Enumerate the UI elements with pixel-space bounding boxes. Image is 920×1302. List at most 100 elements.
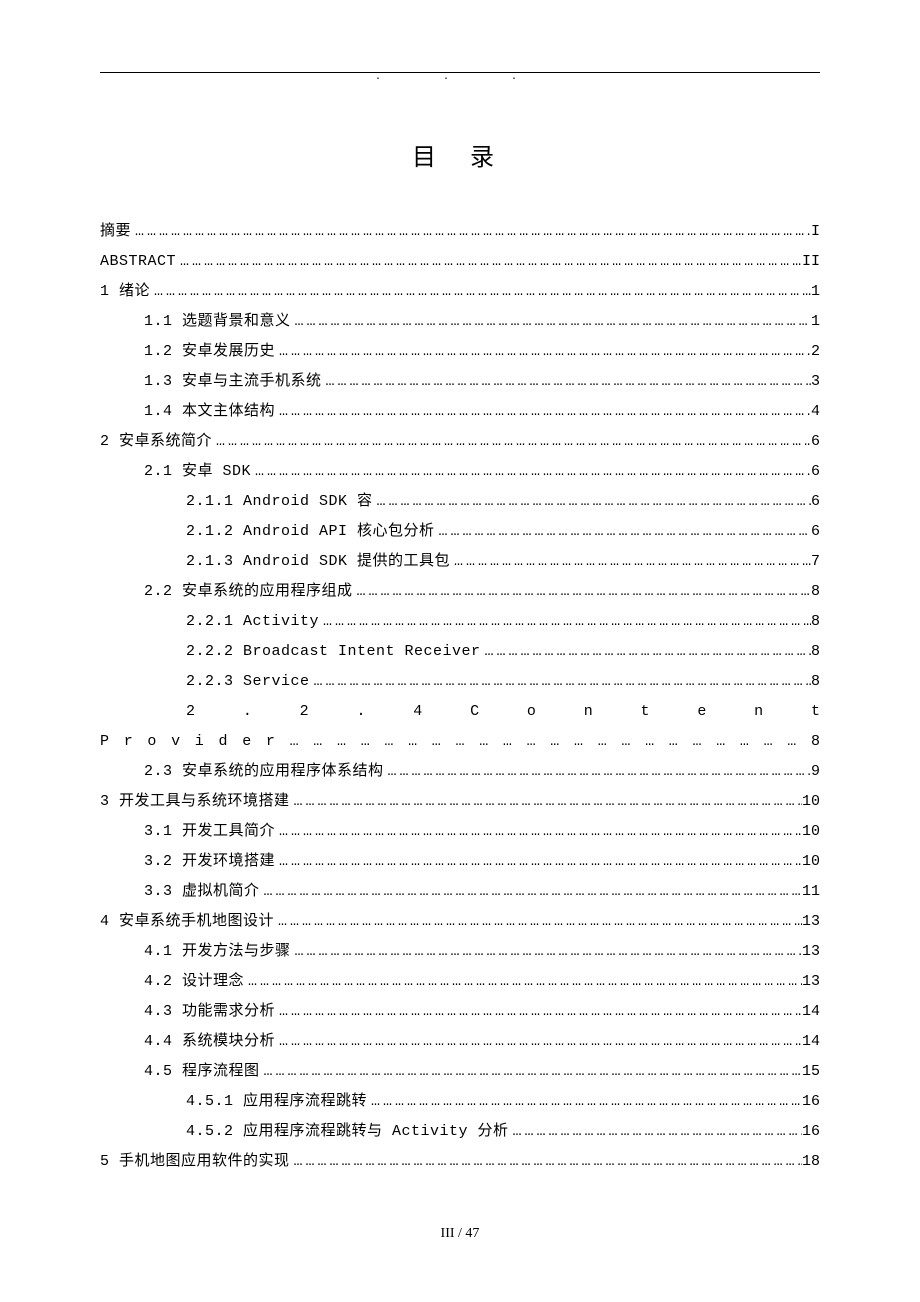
toc-entry: 1.3 安卓与主流手机系统3 bbox=[100, 374, 820, 389]
toc-entry-label: 2.3 安卓系统的应用程序体系结构 bbox=[100, 764, 384, 779]
toc-entry-label: 1.1 选题背景和意义 bbox=[100, 314, 291, 329]
toc-entry: 2.1.1 Android SDK 容6 bbox=[100, 494, 820, 509]
toc-entry-page: 14 bbox=[802, 1034, 820, 1049]
toc-entry: 2.1 安卓 SDK6 bbox=[100, 464, 820, 479]
toc-list: 摘要I ABSTRACT II 1 绪论 1 1.1 选题背景和意义 1 1.2 安卓发展历史… bbox=[100, 224, 820, 1169]
toc-leader bbox=[251, 464, 811, 479]
toc-entry-label: 1.4 本文主体结构 bbox=[100, 404, 275, 419]
toc-entry-page: 8 bbox=[811, 614, 820, 629]
toc-entry-page: 6 bbox=[811, 434, 820, 449]
toc-entry-page: 6 bbox=[811, 494, 820, 509]
toc-entry-label: 5 手机地图应用软件的实现 bbox=[100, 1154, 290, 1169]
toc-entry-label: 1 绪论 bbox=[100, 284, 150, 299]
toc-entry: 2 安卓系统简介6 bbox=[100, 434, 820, 449]
toc-entry: 2.1.2 Android API 核心包分析 6 bbox=[100, 524, 820, 539]
toc-entry-label: 4.5.1 应用程序流程跳转 bbox=[100, 1094, 367, 1109]
toc-entry: 4.1 开发方法与步骤13 bbox=[100, 944, 820, 959]
toc-entry: 5 手机地图应用软件的实现 18 bbox=[100, 1154, 820, 1169]
toc-entry-page: 16 bbox=[802, 1094, 820, 1109]
toc-entry-label: 2.1.2 Android API 核心包分析 bbox=[100, 524, 435, 539]
toc-entry-page: 9 bbox=[811, 764, 820, 779]
toc-leader bbox=[384, 764, 811, 779]
toc-entry-label: 2.2 安卓系统的应用程序组成 bbox=[100, 584, 353, 599]
toc-entry: 2.2.2 Broadcast Intent Receiver 8 bbox=[100, 644, 820, 659]
toc-leader bbox=[373, 494, 811, 509]
toc-entry: 4.5 程序流程图15 bbox=[100, 1064, 820, 1079]
toc-entry-label: 3.3 虚拟机简介 bbox=[100, 884, 260, 899]
toc-entry-page: 6 bbox=[811, 524, 820, 539]
toc-entry-page: 10 bbox=[802, 824, 820, 839]
toc-leader bbox=[275, 854, 802, 869]
toc-leader bbox=[450, 554, 811, 569]
toc-entry-label: 4.5 程序流程图 bbox=[100, 1064, 260, 1079]
toc-entry-label: ABSTRACT bbox=[100, 254, 176, 269]
toc-entry-page: 13 bbox=[802, 914, 820, 929]
toc-entry: 3.1 开发工具简介10 bbox=[100, 824, 820, 839]
toc-entry-page: 2 bbox=[811, 344, 820, 359]
toc-entry: 1.4 本文主体结构 4 bbox=[100, 404, 820, 419]
toc-leader bbox=[367, 1094, 802, 1109]
toc-entry-label: 3 开发工具与系统环境搭建 bbox=[100, 794, 290, 809]
toc-leader bbox=[212, 434, 811, 449]
toc-entry: 4 安卓系统手机地图设计 13 bbox=[100, 914, 820, 929]
toc-entry-label: 4 安卓系统手机地图设计 bbox=[100, 914, 274, 929]
toc-leader bbox=[290, 1154, 802, 1169]
toc-leader bbox=[509, 1124, 802, 1139]
toc-entry: 4.5.1 应用程序流程跳转 16 bbox=[100, 1094, 820, 1109]
toc-entry-label: 2.2.1 Activity bbox=[100, 614, 319, 629]
toc-entry-label: 2.2.2 Broadcast Intent Receiver bbox=[100, 644, 481, 659]
toc-leader bbox=[131, 224, 811, 239]
toc-entry: 4.2 设计理念13 bbox=[100, 974, 820, 989]
toc-entry-page: II bbox=[802, 254, 820, 269]
page-footer: III / 47 bbox=[0, 1226, 920, 1242]
toc-entry-label: 4.4 系统模块分析 bbox=[100, 1034, 275, 1049]
toc-leader bbox=[275, 404, 811, 419]
toc-leader bbox=[310, 674, 811, 689]
toc-entry-justified: P r o v i d e r … … … … … … … … … … … … … bbox=[100, 734, 820, 749]
toc-entry: 4.3 功能需求分析14 bbox=[100, 1004, 820, 1019]
toc-leader bbox=[244, 974, 802, 989]
toc-entry: 3.2 开发环境搭建10 bbox=[100, 854, 820, 869]
toc-entry-page: 16 bbox=[802, 1124, 820, 1139]
toc-entry-page: 8 bbox=[811, 644, 820, 659]
toc-entry: 4.5.2 应用程序流程跳转与 Activity 分析 16 bbox=[100, 1124, 820, 1139]
toc-entry-label: 4.5.2 应用程序流程跳转与 Activity 分析 bbox=[100, 1124, 509, 1139]
toc-entry: 1.1 选题背景和意义 1 bbox=[100, 314, 820, 329]
header-dots: . . . bbox=[100, 75, 820, 81]
header-rule bbox=[100, 72, 820, 73]
toc-entry: 2.3 安卓系统的应用程序体系结构 9 bbox=[100, 764, 820, 779]
toc-leader bbox=[274, 914, 802, 929]
toc-entry-page: 7 bbox=[811, 554, 820, 569]
toc-entry: 4.4 系统模块分析 14 bbox=[100, 1034, 820, 1049]
toc-entry-page: 14 bbox=[802, 1004, 820, 1019]
toc-leader bbox=[176, 254, 802, 269]
toc-entry-label: 1.3 安卓与主流手机系统 bbox=[100, 374, 322, 389]
toc-entry-page: 10 bbox=[802, 854, 820, 869]
toc-entry-label: 4.1 开发方法与步骤 bbox=[100, 944, 291, 959]
toc-entry-page: 8 bbox=[811, 584, 820, 599]
toc-entry-label: 摘要 bbox=[100, 224, 131, 239]
toc-title: 目 录 bbox=[100, 137, 820, 172]
toc-entry: ABSTRACT II bbox=[100, 254, 820, 269]
toc-leader bbox=[275, 1034, 802, 1049]
toc-leader bbox=[260, 1064, 802, 1079]
toc-entry: 3 开发工具与系统环境搭建10 bbox=[100, 794, 820, 809]
toc-entry-page: 18 bbox=[802, 1154, 820, 1169]
toc-entry-page: 4 bbox=[811, 404, 820, 419]
toc-leader bbox=[291, 314, 811, 329]
toc-leader bbox=[481, 644, 811, 659]
toc-leader bbox=[260, 884, 802, 899]
toc-entry: 1 绪论 1 bbox=[100, 284, 820, 299]
toc-entry-page: 1 bbox=[811, 314, 820, 329]
toc-entry-label: 1.2 安卓发展历史 bbox=[100, 344, 275, 359]
toc-entry-label: 4.2 设计理念 bbox=[100, 974, 244, 989]
page: . . . 目 录 摘要IABSTRACTII1 绪论11.1 选题背景和意义1… bbox=[0, 0, 920, 1302]
toc-entry-label: 2.1 安卓 SDK bbox=[100, 464, 251, 479]
toc-entry-page: 1 bbox=[811, 284, 820, 299]
toc-entry-justified: 2 . 2 . 4 C o n t e n t bbox=[100, 704, 820, 719]
toc-entry-page: 8 bbox=[811, 674, 820, 689]
toc-entry-label: 2.2.3 Service bbox=[100, 674, 310, 689]
toc-leader bbox=[353, 584, 811, 599]
toc-leader bbox=[291, 944, 802, 959]
toc-entry: 摘要I bbox=[100, 224, 820, 239]
